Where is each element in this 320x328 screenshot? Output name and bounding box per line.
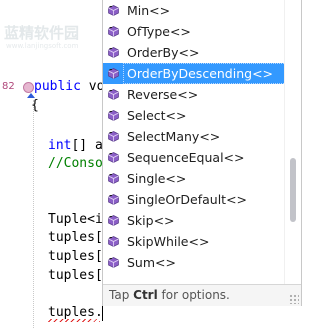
completion-item-label: Select<>: [127, 108, 187, 123]
code-line-method: public vo: [34, 79, 105, 94]
code-line-tuple-decl: Tuple<i: [48, 212, 103, 227]
extension-method-icon: [108, 26, 119, 37]
completion-item-label: OfType<>: [127, 24, 191, 39]
extension-method-icon: [108, 257, 119, 268]
code-line-brace: {: [31, 98, 39, 113]
footer-suffix: for options.: [157, 288, 230, 302]
completion-item[interactable]: Single<>: [103, 168, 287, 189]
completion-item[interactable]: SkipWhile<>: [103, 231, 287, 252]
indent-guide: [33, 100, 34, 328]
completion-item-label: SingleOrDefault<>: [127, 192, 248, 207]
completion-item-label: Skip<>: [127, 213, 175, 228]
footer-prefix: Tap: [109, 288, 134, 302]
completion-item[interactable]: Reverse<>: [103, 84, 287, 105]
scrollbar-thumb[interactable]: [290, 158, 296, 222]
extension-method-icon: [108, 152, 119, 163]
completion-popup[interactable]: Min<> OfType<> OrderBy<> OrderByDescending<…: [102, 0, 302, 306]
completion-item-label: Sum<>: [127, 255, 176, 270]
completion-item[interactable]: Min<>: [103, 0, 287, 21]
completion-item[interactable]: OfType<>: [103, 21, 287, 42]
extension-method-icon: [108, 215, 119, 226]
completion-list[interactable]: Min<> OfType<> OrderBy<> OrderByDescending<…: [103, 0, 287, 273]
code-line-tuples-3: tuples[: [48, 268, 103, 283]
completion-item[interactable]: SequenceEqual<>: [103, 147, 287, 168]
completion-item-label: SequenceEqual<>: [127, 150, 245, 165]
watermark: 蓝精软件园: [4, 24, 80, 42]
extension-method-icon: [108, 236, 119, 247]
completion-item-label: OrderByDescending<>: [127, 66, 274, 81]
completion-item-label: OrderBy<>: [127, 45, 200, 60]
footer-key: Ctrl: [133, 288, 158, 302]
extension-method-icon: [108, 47, 119, 58]
watermark-url: www.lanjingsoft.com: [6, 42, 79, 50]
code-line-int: int[] a: [48, 138, 103, 153]
code-lens-icon[interactable]: [23, 82, 34, 93]
extension-method-icon: [108, 194, 119, 205]
code-line-tuples-2: tuples[: [48, 249, 103, 264]
completion-item[interactable]: Skip<>: [103, 210, 287, 231]
completion-item-label: Reverse<>: [127, 87, 199, 102]
completion-item-label: SkipWhile<>: [127, 234, 210, 249]
completion-item[interactable]: Sum<>: [103, 252, 287, 273]
completion-item[interactable]: SingleOrDefault<>: [103, 189, 287, 210]
code-line-comment: //Conso: [48, 156, 103, 171]
error-squiggle: [48, 319, 100, 322]
line-number: 82: [2, 81, 15, 92]
completion-item-label: SelectMany<>: [127, 129, 221, 144]
extension-method-icon: [108, 173, 119, 184]
completion-item-label: Single<>: [127, 171, 187, 186]
completion-footer: Tap Ctrl for options.: [103, 284, 301, 306]
completion-item[interactable]: Select<>: [103, 105, 287, 126]
completion-item-label: Min<>: [127, 3, 171, 18]
extension-method-icon: [108, 5, 119, 16]
completion-item[interactable]: OrderBy<>: [103, 42, 287, 63]
completion-item-selected[interactable]: OrderByDescending<>: [103, 63, 287, 84]
extension-method-icon: [108, 131, 119, 142]
completion-item[interactable]: SelectMany<>: [103, 126, 287, 147]
extension-method-icon: [108, 89, 119, 100]
extension-method-icon: [108, 110, 119, 121]
extension-method-icon: [108, 68, 119, 79]
text-caret: [102, 305, 103, 321]
completion-scrollbar[interactable]: [284, 0, 301, 284]
resize-grip-icon[interactable]: [289, 294, 299, 304]
code-line-tuples-1: tuples[: [48, 230, 103, 245]
